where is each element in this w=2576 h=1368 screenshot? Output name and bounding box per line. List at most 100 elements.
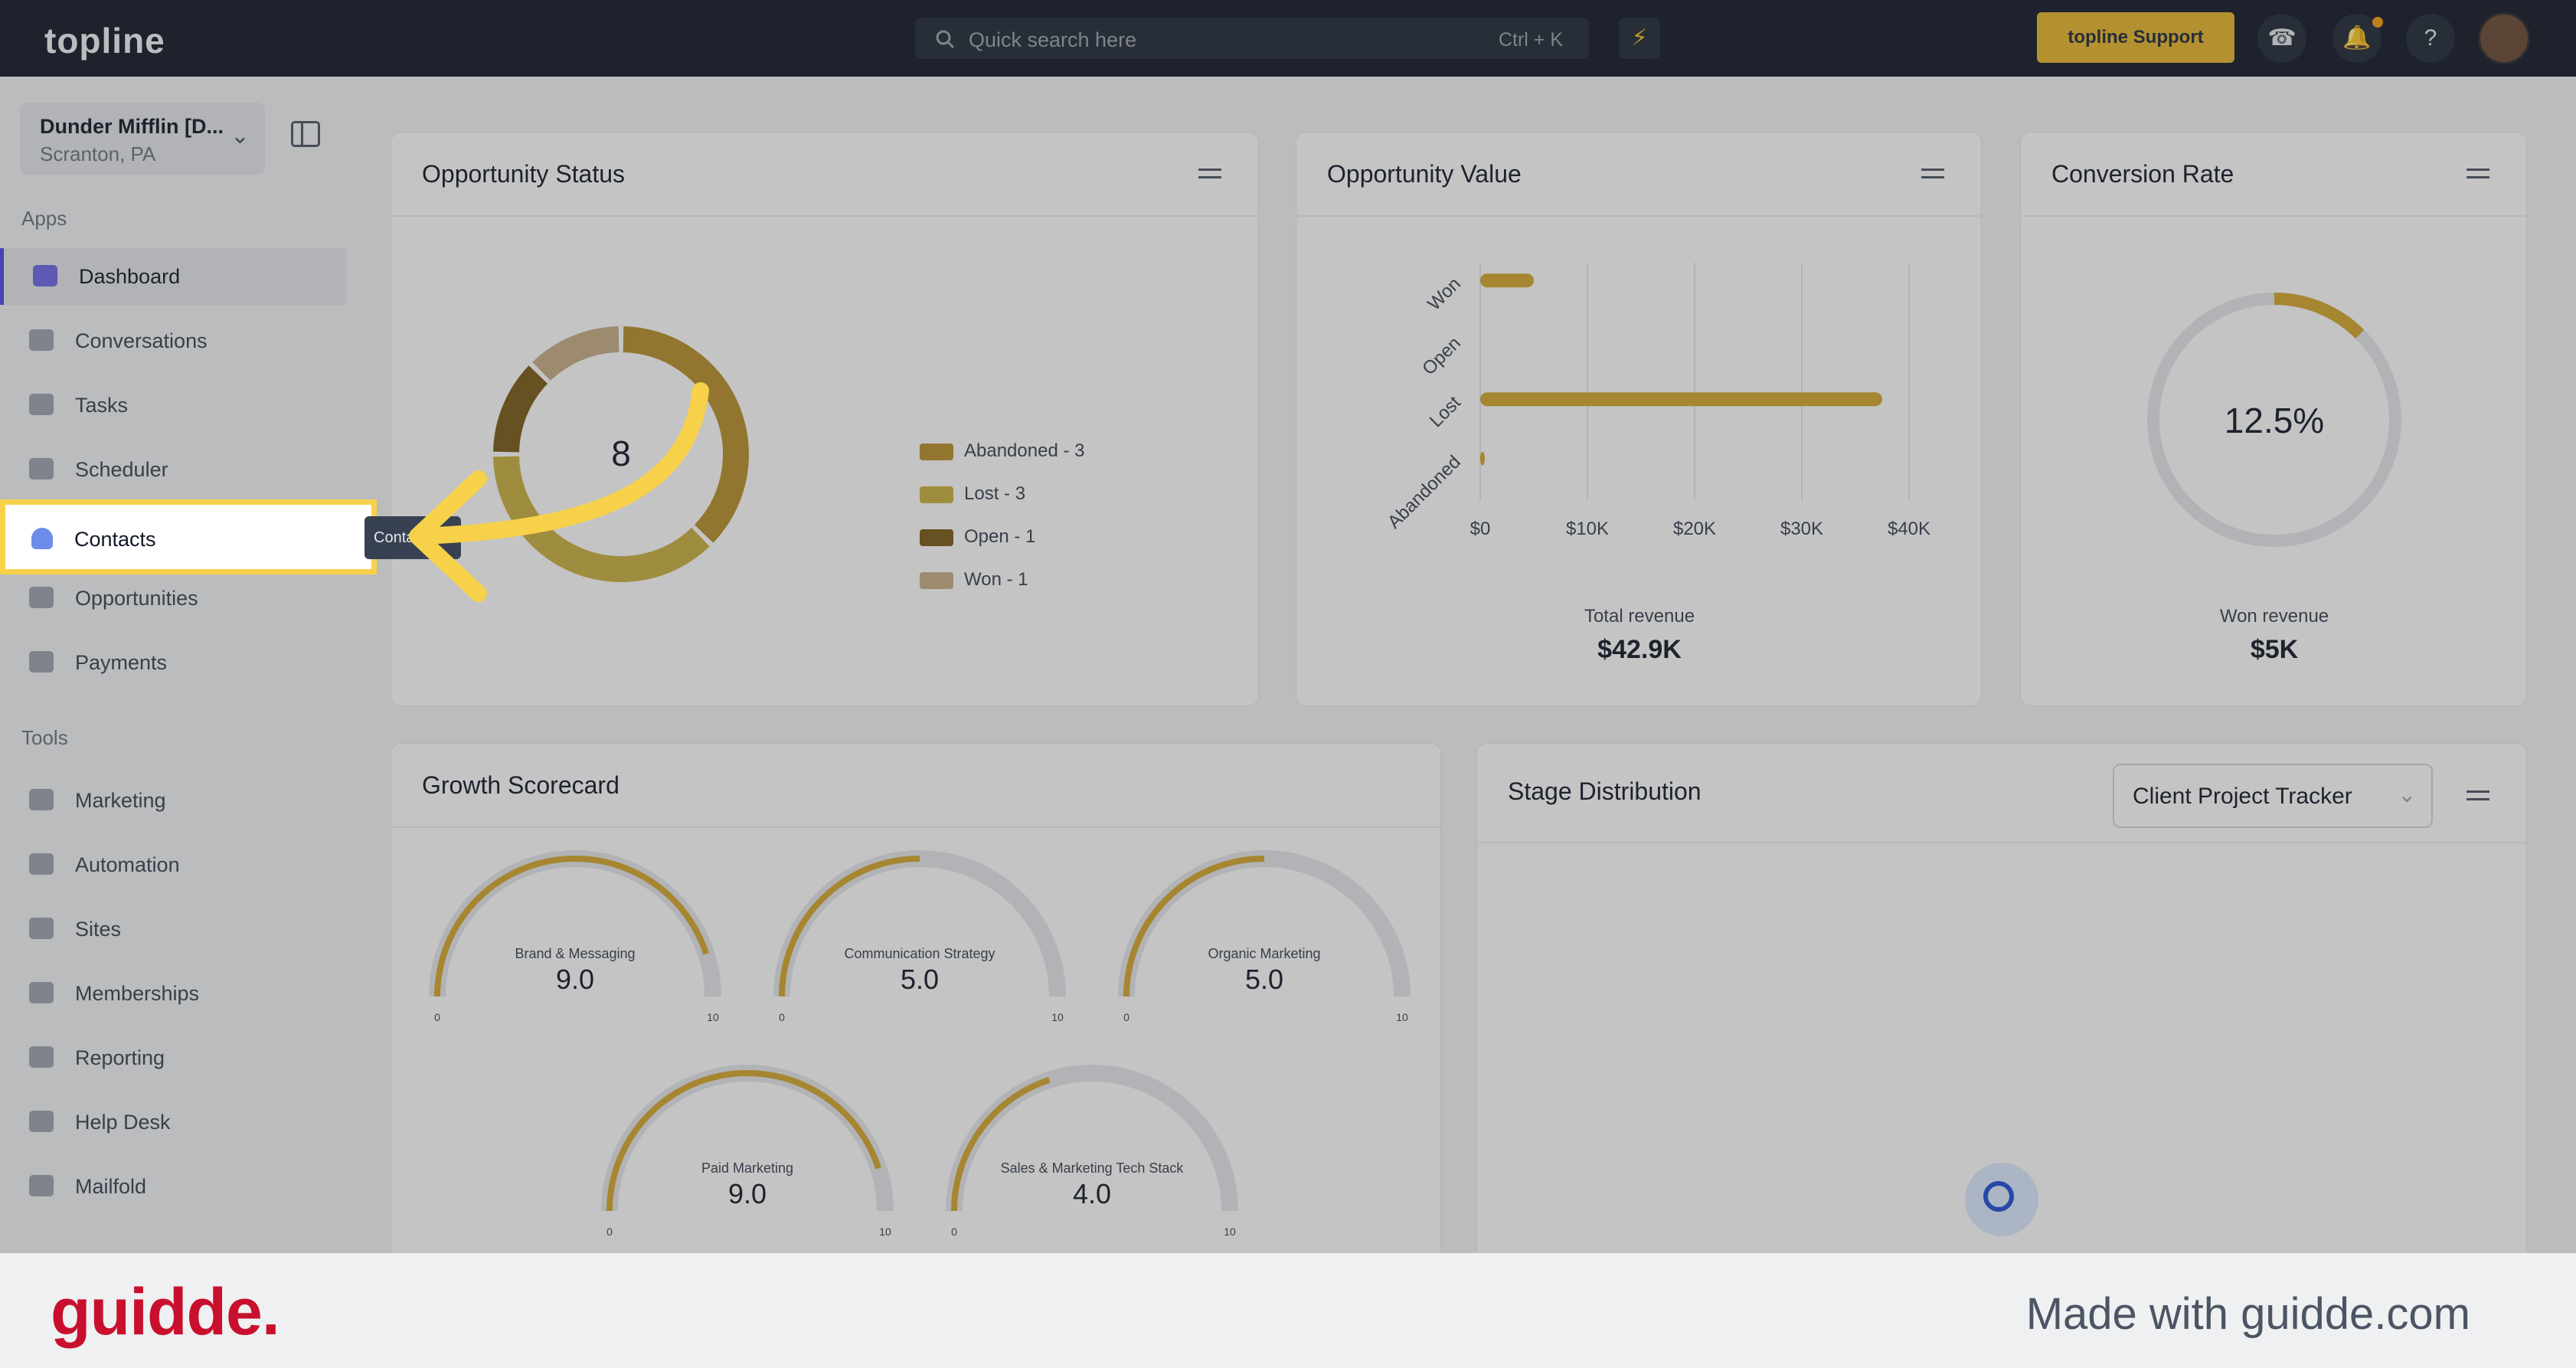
search-shortcut: Ctrl + K [1498, 29, 1563, 51]
pipeline-select[interactable]: Client Project Tracker ⌄ [2113, 764, 2433, 828]
legend-item[interactable]: Open - 1 [920, 526, 1035, 548]
sidebar-item-contacts[interactable]: Contacts [0, 499, 377, 574]
legend-item[interactable]: Won - 1 [920, 569, 1028, 591]
gauge-min: 0 [434, 1011, 440, 1023]
gears-icon [29, 853, 54, 875]
lightning-icon[interactable]: ⚡ [1619, 18, 1660, 59]
sidebar-item-dashboard[interactable]: Dashboard [0, 248, 346, 305]
gauge-min: 0 [1123, 1011, 1129, 1023]
gauge-value-arc [779, 856, 920, 997]
tools-heading: Tools [21, 726, 68, 749]
gauge-label: Paid Marketing [701, 1160, 793, 1176]
sidebar-item-payments[interactable]: Payments [0, 634, 346, 691]
chevron-down-icon: ⌄ [2398, 783, 2416, 807]
dashboard-main: Opportunity Status 8 Abandoned - 3 Lost … [346, 77, 2576, 1279]
bar-lost[interactable] [1480, 392, 1882, 407]
avatar[interactable] [2478, 12, 2530, 64]
sidebar-item-opportunities[interactable]: Opportunities [0, 570, 346, 627]
x-tick-label: $30K [1780, 519, 1823, 539]
sidebar-item-conversations[interactable]: Conversations [0, 313, 346, 369]
gauge-value: 4.0 [1073, 1178, 1111, 1209]
x-tick-label: $10K [1566, 519, 1609, 539]
help-icon[interactable]: ? [2406, 14, 2455, 63]
globe-icon [29, 918, 54, 939]
divider [1477, 842, 2526, 843]
card-title: Stage Distribution [1508, 777, 1702, 805]
legend-swatch [920, 571, 953, 589]
gauge-max: 10 [1051, 1011, 1064, 1023]
phone-icon[interactable]: ☎ [2257, 14, 2306, 63]
gauge-label: Organic Marketing [1208, 946, 1320, 961]
sidebar-item-label: Tasks [75, 394, 129, 417]
support-button[interactable]: topline Support [2037, 12, 2234, 63]
gauge-value-arc [1123, 856, 1265, 997]
sidebar-item-label: Mailfold [75, 1175, 147, 1198]
dashboard-icon [33, 265, 57, 286]
pie-icon [29, 1046, 54, 1068]
chat-icon [29, 329, 54, 351]
apps-heading: Apps [21, 207, 67, 230]
gauge-max: 10 [707, 1011, 719, 1023]
filter-icon[interactable] [1921, 165, 1944, 182]
callout-arrow [409, 382, 709, 602]
legend-label: Open - 1 [964, 526, 1036, 547]
mail-icon [29, 1175, 54, 1196]
pipeline-select-value: Client Project Tracker [2133, 784, 2352, 809]
search-icon [936, 30, 955, 49]
gauge-value: 5.0 [901, 964, 939, 995]
opportunity-value-bar-chart: $0 $10K $20K $30K $40K Won Open Lost Abandoned [1384, 263, 1930, 539]
sidebar-item-label: Memberships [75, 982, 200, 1005]
sidebar-item-help-desk[interactable]: Help Desk [0, 1094, 346, 1150]
donut-slice-won[interactable] [532, 326, 619, 381]
sidebar-item-reporting[interactable]: Reporting [0, 1029, 346, 1086]
legend-swatch [920, 529, 953, 546]
sidebar-item-label: Help Desk [75, 1111, 171, 1134]
card-title: Conversion Rate [2051, 160, 2234, 188]
sidebar-item-label: Dashboard [79, 265, 181, 288]
won-revenue-value: $5K [2250, 635, 2299, 664]
target-icon [29, 587, 54, 608]
chat-widget-button[interactable] [1965, 1163, 2038, 1236]
card-icon [29, 651, 54, 673]
search-placeholder: Quick search here [969, 28, 1137, 51]
chevron-down-icon: ⌄ [230, 123, 250, 149]
sidebar-item-sites[interactable]: Sites [0, 901, 346, 957]
sidebar-item-marketing[interactable]: Marketing [0, 772, 346, 829]
legend-label: Won - 1 [964, 569, 1028, 590]
legend-item[interactable]: Lost - 3 [920, 483, 1025, 505]
x-tick-label: $20K [1673, 519, 1716, 539]
sidebar-item-label: Conversations [75, 329, 208, 352]
search-input[interactable]: Quick search here Ctrl + K [915, 18, 1589, 59]
bar-abandoned[interactable] [1480, 451, 1485, 466]
legend-item[interactable]: Abandoned - 3 [920, 440, 1084, 462]
filter-icon[interactable] [1198, 165, 1221, 182]
conversion-rate-ring: 12.5% [2147, 293, 2401, 547]
clipboard-icon [29, 394, 54, 415]
account-switcher[interactable]: Dunder Mifflin [D... Scranton, PA ⌄ [20, 103, 265, 175]
sidebar-item-automation[interactable]: Automation [0, 836, 346, 893]
y-tick-label: Abandoned [1384, 452, 1465, 533]
sidebar-item-label: Payments [75, 651, 168, 674]
made-with-text: Made with guidde.com [2025, 1289, 2470, 1339]
gauge-2: Communication Strategy 5.0 0 10 [773, 850, 1066, 1023]
guidde-logo[interactable]: guidde. [51, 1275, 280, 1350]
filter-icon[interactable] [2466, 165, 2489, 182]
filter-icon[interactable] [2466, 787, 2489, 803]
sidebar-item-scheduler[interactable]: Scheduler [0, 441, 346, 498]
sidebar-item-mailfold[interactable]: Mailfold [0, 1158, 346, 1215]
bar-won[interactable] [1480, 273, 1534, 288]
sidebar-item-memberships[interactable]: Memberships [0, 965, 346, 1022]
sidebar-item-label: Marketing [75, 789, 166, 812]
guidde-footer: guidde. Made with guidde.com [0, 1253, 2576, 1368]
sidebar-item-tasks[interactable]: Tasks [0, 377, 346, 434]
sidebar-item-label: Automation [75, 853, 180, 876]
app-logo[interactable]: topline [44, 20, 165, 61]
sidebar-item-label: Contacts [74, 528, 156, 551]
sidebar-collapse-icon[interactable] [291, 121, 320, 147]
megaphone-icon [29, 789, 54, 810]
total-revenue-value: $42.9K [1597, 635, 1682, 664]
gauge-min: 0 [779, 1011, 785, 1023]
legend-label: Abandoned - 3 [964, 440, 1085, 461]
gauge-max: 10 [1224, 1226, 1236, 1238]
users-icon [29, 982, 54, 1003]
